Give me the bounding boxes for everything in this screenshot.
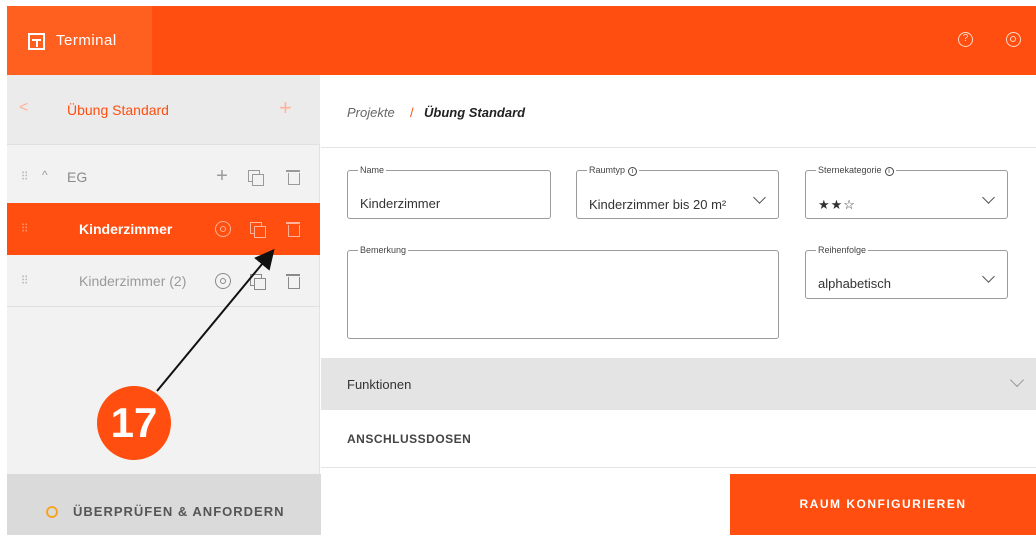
funktionen-accordion[interactable]: Funktionen — [321, 358, 1036, 410]
floor-row-eg[interactable]: ⁝⁝ ^ EG + — [7, 151, 320, 203]
duplicate-icon[interactable] — [245, 167, 265, 187]
chevron-down-icon[interactable] — [982, 191, 995, 204]
drag-handle-icon[interactable]: ⁝⁝ — [21, 168, 28, 184]
trash-icon[interactable] — [283, 167, 303, 187]
room-settings-icon[interactable] — [215, 221, 231, 237]
top-bar: Terminal ? — [7, 6, 1036, 75]
raumtyp-legend-text: Raumtyp — [589, 165, 626, 175]
status-circle-icon — [46, 506, 58, 518]
app-window: Terminal ? < Übung Standard + ⁝⁝ ^ EG + … — [7, 6, 1036, 535]
configure-room-button[interactable]: RAUM KONFIGURIEREN — [730, 474, 1036, 535]
add-floor-icon[interactable]: + — [279, 95, 292, 121]
raumtyp-select[interactable]: Raumtyp i Kinderzimmer bis 20 m² — [576, 165, 779, 219]
sidebar: < Übung Standard + ⁝⁝ ^ EG + ⁝⁝ Kinderzi… — [7, 75, 320, 535]
sterne-legend: Sternekategorie i — [816, 165, 896, 176]
room-label: Kinderzimmer — [79, 221, 173, 237]
room-label: Kinderzimmer (2) — [79, 273, 187, 289]
reihenfolge-select[interactable]: Reihenfolge alphabetisch — [805, 245, 1008, 299]
brand-area[interactable]: Terminal — [7, 6, 152, 75]
drag-handle-icon[interactable]: ⁝⁝ — [21, 272, 28, 288]
drag-handle-icon[interactable]: ⁝⁝ — [21, 220, 28, 236]
trash-icon[interactable] — [283, 219, 303, 239]
terminal-logo-icon — [28, 33, 45, 50]
chevron-down-icon[interactable] — [982, 270, 995, 283]
sidebar-project-header: < Übung Standard + — [7, 75, 320, 145]
name-legend: Name — [360, 165, 385, 175]
annotation-badge: 17 — [97, 386, 171, 460]
raumtyp-legend: Raumtyp i — [587, 165, 639, 176]
add-room-icon[interactable]: + — [212, 166, 232, 187]
raumtyp-value: Kinderzimmer bis 20 m² — [589, 197, 727, 212]
floor-label: EG — [67, 169, 88, 185]
breadcrumb-current: Übung Standard — [424, 105, 526, 120]
anschlussdosen-section: ANSCHLUSSDOSEN — [321, 410, 1036, 468]
sternekategorie-select[interactable]: Sternekategorie i ★★☆ — [805, 165, 1008, 219]
breadcrumb: Projekte / Übung Standard — [321, 75, 1036, 148]
reihenfolge-value: alphabetisch — [818, 276, 891, 291]
main-panel: Projekte / Übung Standard Name Kinderzim… — [321, 75, 1036, 535]
reihenfolge-legend: Reihenfolge — [818, 245, 867, 255]
room-row-kinderzimmer-2[interactable]: ⁝⁝ Kinderzimmer (2) — [7, 255, 320, 307]
chevron-down-icon[interactable] — [753, 191, 766, 204]
chevron-down-icon[interactable] — [1009, 372, 1025, 388]
screenshot-frame: Terminal ? < Übung Standard + ⁝⁝ ^ EG + … — [0, 0, 1036, 535]
collapse-caret-icon[interactable]: ^ — [42, 168, 48, 182]
room-row-kinderzimmer[interactable]: ⁝⁝ Kinderzimmer — [7, 203, 320, 255]
bemerkung-legend: Bemerkung — [360, 245, 407, 255]
help-icon[interactable]: ? — [958, 32, 973, 47]
bemerkung-textarea[interactable]: Bemerkung — [347, 245, 779, 339]
back-chevron-icon[interactable]: < — [19, 99, 28, 117]
duplicate-icon[interactable] — [247, 271, 267, 291]
settings-icon[interactable] — [1006, 32, 1021, 47]
info-icon[interactable]: i — [628, 167, 638, 176]
trash-icon[interactable] — [283, 271, 303, 291]
review-request-label: ÜBERPRÜFEN & ANFORDERN — [73, 504, 285, 519]
duplicate-icon[interactable] — [247, 219, 267, 239]
name-value: Kinderzimmer — [360, 196, 441, 211]
app-title: Terminal — [56, 32, 117, 49]
sterne-legend-text: Sternekategorie — [818, 165, 882, 175]
room-settings-icon[interactable] — [215, 273, 231, 289]
info-icon[interactable]: i — [884, 167, 894, 176]
project-name: Übung Standard — [67, 102, 169, 118]
funktionen-label: Funktionen — [347, 377, 412, 392]
anschlussdosen-label: ANSCHLUSSDOSEN — [347, 432, 472, 446]
breadcrumb-projects-link[interactable]: Projekte — [347, 105, 395, 120]
breadcrumb-separator: / — [410, 105, 414, 120]
sterne-value: ★★☆ — [818, 197, 856, 212]
name-field[interactable]: Name Kinderzimmer — [347, 165, 551, 219]
